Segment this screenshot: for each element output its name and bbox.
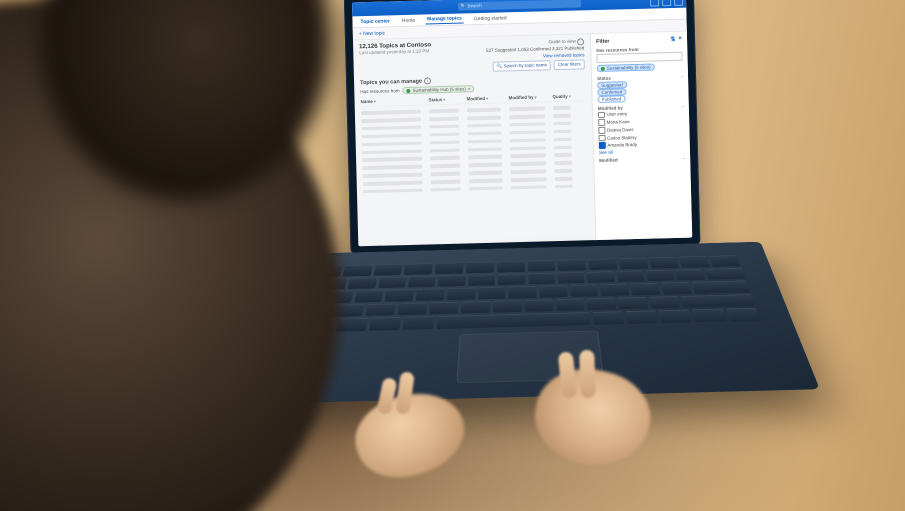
search-by-name-button[interactable]: 🔍 Search by topic name — [492, 60, 551, 72]
info-icon[interactable]: i — [424, 77, 431, 84]
tab-home[interactable]: Home — [400, 16, 418, 24]
filter-status-label: Status — [597, 75, 611, 80]
main-content: 12,126 Topics at Contoso Last updated ye… — [353, 34, 595, 246]
col-modified[interactable]: Modified▾ — [466, 96, 500, 102]
filter-title: Filter — [596, 38, 610, 44]
close-filter-icon[interactable]: × — [678, 36, 682, 43]
sort-icon[interactable]: ⇅ — [670, 36, 675, 43]
resource-filter-pill[interactable]: Sustainability Hub (5 sites)× — [402, 85, 474, 94]
new-topic-button[interactable]: + New topic — [359, 30, 385, 37]
col-name[interactable]: Name▾ — [361, 98, 421, 105]
filter-resources-pill[interactable]: Sustainability (5 sites) — [597, 63, 655, 72]
finger — [579, 350, 596, 398]
search-input[interactable]: 🔍 Search — [458, 0, 581, 11]
app-window: 🔍 Search Topic center Home Manage topics… — [352, 0, 692, 246]
tab-manage-topics[interactable]: Manage topics — [425, 14, 464, 24]
tab-getting-started[interactable]: Getting started — [472, 14, 509, 23]
filter-from-label: Has resources from — [360, 88, 399, 94]
screen-bezel: 🔍 Search Topic center Home Manage topics… — [344, 0, 701, 255]
search-placeholder: Search — [467, 3, 481, 8]
filter-modified-label: Modified — [599, 158, 618, 163]
laptop: 🔍 Search Topic center Home Manage topics… — [284, 0, 761, 476]
keyboard — [295, 255, 761, 332]
maximize-icon[interactable] — [662, 0, 671, 6]
close-icon[interactable] — [674, 0, 683, 6]
site-name[interactable]: Topic center — [358, 17, 392, 26]
filter-panel: Filter ⇅× Has resources from Sustainabil… — [590, 32, 692, 242]
window-controls — [650, 0, 683, 7]
site-dot-icon — [407, 88, 411, 92]
filter-resources-input[interactable] — [596, 52, 682, 63]
col-modified-by[interactable]: Modified by▾ — [508, 94, 544, 100]
chevron-down-icon: ▾ — [374, 99, 376, 104]
minimize-icon[interactable] — [650, 0, 659, 7]
filter-modby-label: Modified by — [598, 105, 623, 111]
see-all-link[interactable]: See all — [599, 148, 685, 155]
table-body — [361, 103, 588, 195]
site-dot-icon — [601, 66, 605, 70]
last-updated: Last updated yesterday at 1:20 PM — [359, 48, 431, 55]
status-pill-published[interactable]: Published — [598, 95, 626, 103]
photo-scene: 🔍 Search Topic center Home Manage topics… — [0, 0, 905, 511]
col-quality[interactable]: Quality▾ — [552, 94, 570, 99]
col-status[interactable]: Status▾ — [428, 97, 458, 103]
remove-pill-icon[interactable]: × — [468, 86, 471, 91]
clear-filters-button[interactable]: Clear filters — [554, 59, 585, 70]
